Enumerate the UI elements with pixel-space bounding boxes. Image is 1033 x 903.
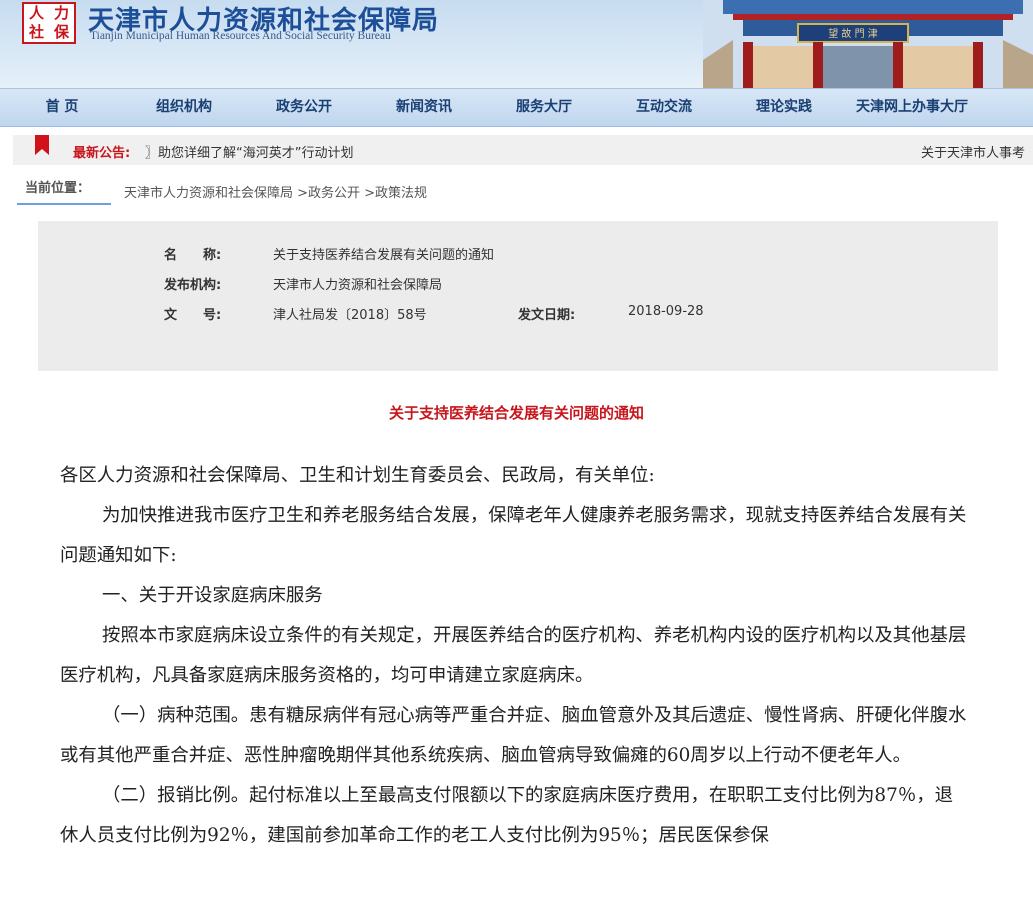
nav-gov-affairs[interactable]: 政务公开	[244, 89, 364, 126]
announcement-label: 最新公告:	[73, 146, 131, 161]
nav-theory-practice[interactable]: 理论实践	[724, 89, 844, 126]
announcement-link-scrolling[interactable]: 关于天津市人事考	[921, 142, 1033, 161]
nav-online-hall[interactable]: 天津网上办事大厅	[844, 89, 1016, 126]
org-label: 发布机构:	[164, 278, 222, 293]
breadcrumb: 当前位置： 天津市人力资源和社会保障局 >政务公开 >政策法规	[17, 177, 1017, 205]
article-title: 关于支持医养结合发展有关问题的通知	[388, 404, 644, 422]
item-heading: （二）报销比例。	[102, 785, 250, 806]
city-gate-banner-image: 望 故 門 津	[703, 0, 1033, 88]
main-nav: 首 页 组织机构 政务公开 新闻资讯 服务大厅 互动交流 理论实践 天津网上办事…	[0, 88, 1033, 127]
org-value: 天津市人力资源和社会保障局	[273, 278, 443, 293]
article-body: 各区人力资源和社会保障局、卫生和计划生育委员会、民政局，有关单位: 为加快推进我…	[60, 456, 970, 856]
date-label: 发文日期:	[518, 308, 576, 323]
docno-label: 文 号:	[164, 308, 222, 323]
site-subtitle: Tianjin Municipal Human Resources And So…	[90, 30, 391, 42]
logo-char: 保	[53, 23, 69, 41]
logo-char: 力	[53, 4, 69, 22]
breadcrumb-path[interactable]: 天津市人力资源和社会保障局 >政务公开 >政策法规	[124, 182, 427, 201]
logo-char: 人	[28, 4, 44, 22]
bureau-logo[interactable]: 人 力 社 保	[22, 2, 76, 44]
name-label: 名 称:	[164, 248, 222, 263]
breadcrumb-label: 当前位置：	[17, 177, 111, 205]
bookmark-icon	[35, 135, 49, 155]
name-value: 关于支持医养结合发展有关问题的通知	[273, 248, 495, 263]
gate-sign-text: 望 故 門 津	[828, 27, 878, 40]
section-heading: 一、关于开设家庭病床服务	[102, 585, 323, 606]
announcement-link[interactable]: 〗助您详细了解“海河英才”行动计划	[145, 142, 353, 161]
logo-char: 社	[28, 23, 44, 41]
item-paragraph: （二）报销比例。起付标准以上至最高支付限额以下的家庭病床医疗费用，在职职工支付比…	[60, 776, 970, 856]
intro-paragraph: 为加快推进我市医疗卫生和养老服务结合发展，保障老年人健康养老服务需求，现就支持医…	[60, 505, 967, 566]
salutation: 各区人力资源和社会保障局、卫生和计划生育委员会、民政局，有关单位:	[60, 465, 655, 486]
nav-interaction[interactable]: 互动交流	[604, 89, 724, 126]
document-info-box: 名 称: 关于支持医养结合发展有关问题的通知 发布机构: 天津市人力资源和社会保…	[38, 221, 998, 371]
nav-organization[interactable]: 组织机构	[124, 89, 244, 126]
nav-home[interactable]: 首 页	[0, 89, 124, 126]
docno-value: 津人社局发〔2018〕58号	[273, 308, 427, 323]
section-paragraph: 按照本市家庭病床设立条件的有关规定，开展医养结合的医疗机构、养老机构内设的医疗机…	[60, 625, 967, 686]
item-heading: （一）病种范围。	[102, 705, 250, 726]
date-value: 2018-09-28	[628, 304, 704, 319]
announcement-bar: 最新公告: 〗助您详细了解“海河英才”行动计划 关于天津市人事考	[13, 135, 1033, 165]
site-header: 人 力 社 保 天津市人力资源和社会保障局 Tianjin Municipal …	[0, 0, 1033, 88]
nav-news[interactable]: 新闻资讯	[364, 89, 484, 126]
nav-service-hall[interactable]: 服务大厅	[484, 89, 604, 126]
item-paragraph: （一）病种范围。患有糖尿病伴有冠心病等严重合并症、脑血管意外及其后遗症、慢性肾病…	[60, 696, 970, 776]
